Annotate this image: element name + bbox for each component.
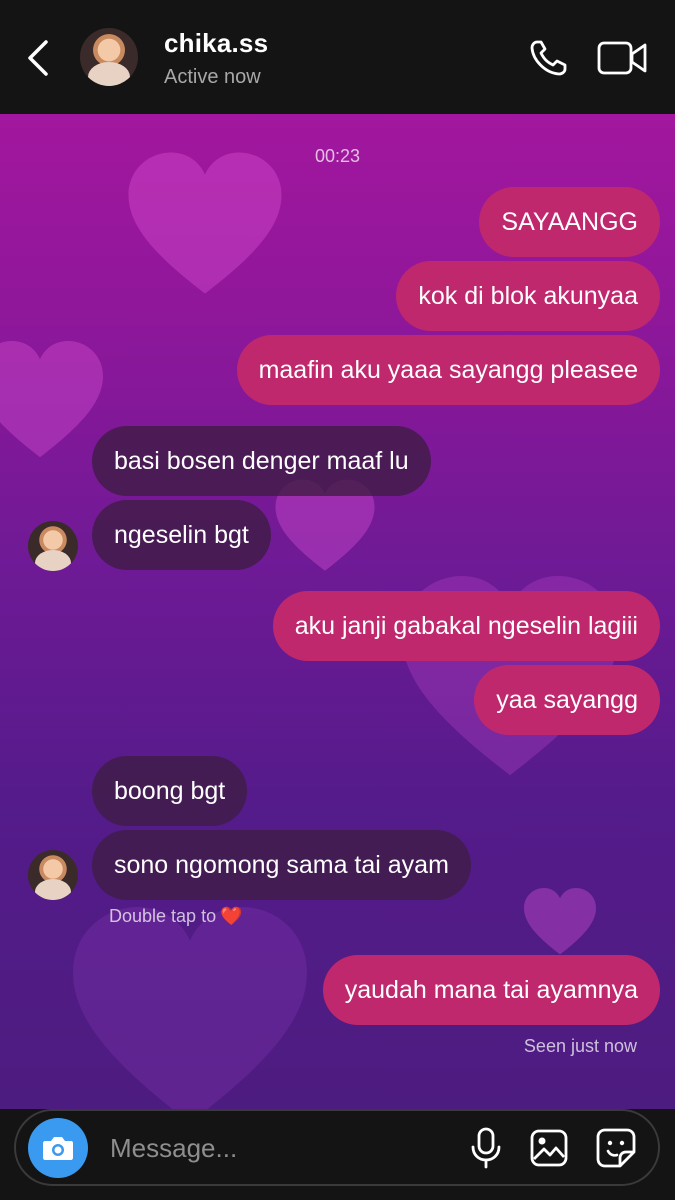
contact-name[interactable]: chika.ss [164, 28, 268, 59]
camera-icon [43, 1137, 73, 1160]
outgoing-message[interactable]: aku janji gabakal ngeselin lagiii [272, 591, 660, 661]
sticker-icon[interactable] [596, 1128, 636, 1168]
outgoing-message[interactable]: yaa sayangg [474, 665, 660, 735]
incoming-message[interactable]: sono ngomong sama tai ayam [92, 830, 471, 900]
contact-status: Active now [164, 66, 261, 88]
microphone-icon[interactable] [468, 1127, 504, 1169]
sender-avatar[interactable] [28, 521, 78, 571]
phone-icon[interactable] [528, 38, 572, 78]
message-composer [14, 1109, 660, 1186]
outgoing-message[interactable]: maafin aku yaaa sayangg pleasee [236, 335, 660, 405]
video-icon[interactable] [596, 40, 648, 76]
back-icon[interactable] [22, 38, 56, 78]
heart-decoration-icon [524, 888, 596, 955]
double-tap-hint-text: Double tap to [109, 906, 217, 926]
heart-icon: ❤️ [220, 906, 243, 926]
incoming-message[interactable]: ngeselin bgt [92, 500, 271, 570]
gallery-icon[interactable] [530, 1129, 568, 1167]
seen-status: Seen just now [523, 1036, 637, 1056]
heart-decoration-icon [128, 152, 282, 294]
outgoing-message[interactable]: yaudah mana tai ayamnya [322, 955, 660, 1025]
message-timestamp: 00:23 [314, 146, 361, 166]
contact-avatar[interactable] [80, 28, 138, 86]
incoming-message[interactable]: basi bosen denger maaf lu [92, 426, 431, 496]
chat-thread[interactable]: 00:23 SAYAANGG kok di blok akunyaa maafi… [0, 114, 675, 1109]
chat-header: chika.ss Active now [0, 0, 675, 114]
camera-button[interactable] [28, 1118, 88, 1178]
composer-bar [0, 1109, 675, 1200]
incoming-message[interactable]: boong bgt [92, 756, 248, 826]
outgoing-message[interactable]: SAYAANGG [479, 187, 660, 257]
outgoing-message[interactable]: kok di blok akunyaa [396, 261, 660, 331]
double-tap-hint: Double tap to ❤️ [109, 906, 243, 927]
sender-avatar[interactable] [28, 850, 78, 900]
message-input[interactable] [110, 1125, 440, 1171]
